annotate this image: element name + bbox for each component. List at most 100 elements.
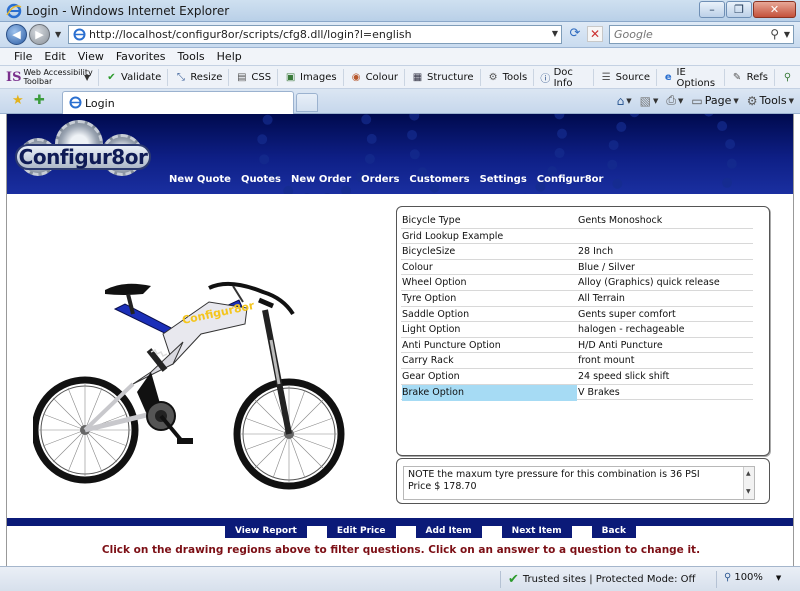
nav-orders[interactable]: Orders [356, 174, 404, 185]
option-question[interactable]: Colour [402, 262, 577, 276]
nav-new-order[interactable]: New Order [286, 174, 356, 185]
home-button[interactable]: ⌂ ▼ [617, 94, 632, 108]
ie-options-tool[interactable]: e IE Options [656, 67, 724, 89]
option-question[interactable]: Bicycle Type [402, 215, 577, 229]
option-answer[interactable]: V Brakes [578, 387, 620, 398]
front-fork[interactable] [262, 309, 292, 435]
structure-tool[interactable]: ▦ Structure [404, 69, 480, 86]
scroll-up-icon[interactable]: ▲ [746, 468, 751, 480]
menu-tools[interactable]: Tools [172, 48, 211, 65]
option-answer[interactable]: front mount [578, 355, 634, 366]
nav-settings[interactable]: Settings [475, 174, 532, 185]
search-icon[interactable]: ⚲ [770, 27, 779, 41]
tools-tool[interactable]: ⚙ Tools [479, 69, 534, 86]
wat-logo[interactable]: IS Web Accessibility Toolbar [6, 68, 93, 86]
option-answer[interactable]: H/D Anti Puncture [578, 340, 663, 351]
stop-button[interactable]: ✕ [587, 26, 603, 42]
favorites-star-icon[interactable]: ★ [12, 93, 24, 108]
magnifier-tool[interactable]: ⚲ [774, 69, 800, 86]
option-row[interactable]: BicycleSize 28 Inch [401, 244, 753, 260]
add-item-button[interactable]: Add Item [415, 524, 482, 538]
menu-help[interactable]: Help [211, 48, 248, 65]
menu-edit[interactable]: Edit [38, 48, 71, 65]
next-item-button[interactable]: Next Item [501, 524, 572, 538]
notes-textbox[interactable]: NOTE the maxum tyre pressure for this co… [403, 466, 755, 500]
menu-file[interactable]: File [8, 48, 38, 65]
nav-quotes[interactable]: Quotes [236, 174, 286, 185]
refresh-button[interactable]: ⟳ [566, 26, 584, 44]
option-question[interactable]: Saddle Option [402, 309, 577, 323]
forward-button[interactable]: ▶ [29, 24, 50, 45]
resize-tool[interactable]: ⤡ Resize [167, 69, 228, 86]
nav-new-quote[interactable]: New Quote [164, 174, 236, 185]
option-question[interactable]: Anti Puncture Option [402, 340, 577, 354]
option-answer[interactable]: Alloy (Graphics) quick release [578, 277, 720, 288]
option-row[interactable]: Anti Puncture Option H/D Anti Puncture [401, 338, 753, 354]
back-button[interactable]: ◀ [6, 24, 27, 45]
configur8or-logo[interactable]: Configur8or [13, 120, 151, 188]
menu-view[interactable]: View [72, 48, 110, 65]
option-question[interactable]: Light Option [402, 324, 577, 338]
option-answer[interactable]: Gents super comfort [578, 309, 676, 320]
option-row[interactable]: Saddle Option Gents super comfort [401, 307, 753, 323]
wat-dropdown-icon[interactable]: ▼ [84, 73, 90, 82]
option-row[interactable]: Wheel Option Alloy (Graphics) quick relea… [401, 275, 753, 291]
address-url[interactable]: http://localhost/configur8or/scripts/cfg… [89, 28, 412, 41]
option-answer[interactable]: Gents Monoshock [578, 215, 662, 226]
validate-tool[interactable]: ✔ Validate [98, 69, 167, 86]
option-question[interactable]: Wheel Option [402, 277, 577, 291]
scroll-down-icon[interactable]: ▼ [746, 486, 751, 498]
nav-customers[interactable]: Customers [404, 174, 474, 185]
option-row[interactable]: Light Option halogen - rechageable [401, 322, 753, 338]
option-question[interactable]: BicycleSize [402, 246, 577, 260]
tools-menu-button[interactable]: ⚙ Tools ▼ [747, 94, 794, 108]
search-options-dropdown-icon[interactable]: ▼ [784, 30, 790, 39]
minimize-button[interactable]: – [699, 1, 725, 18]
security-zone[interactable]: ✔ Trusted sites | Protected Mode: Off [508, 572, 695, 587]
search-box[interactable]: ⚲ ▼ [609, 25, 794, 44]
view-report-button[interactable]: View Report [225, 524, 307, 538]
option-row[interactable]: Grid Lookup Example [401, 229, 753, 245]
recent-pages-dropdown-icon[interactable]: ▼ [55, 30, 61, 39]
colour-tool[interactable]: ◉ Colour [342, 69, 404, 86]
option-question[interactable]: Tyre Option [402, 293, 577, 307]
option-row[interactable]: Gear Option 24 speed slick shift [401, 369, 753, 385]
option-row[interactable]: Carry Rack front mount [401, 353, 753, 369]
option-answer[interactable]: halogen - rechageable [578, 324, 684, 335]
option-question[interactable]: Brake Option [402, 384, 577, 401]
css-tool[interactable]: ▤ CSS [228, 69, 277, 86]
page-menu-button[interactable]: ▭ Page ▼ [691, 94, 738, 108]
nav-configur8or[interactable]: Configur8or [532, 174, 609, 185]
search-input[interactable] [614, 28, 764, 41]
option-question[interactable]: Gear Option [402, 371, 577, 385]
crankset[interactable] [146, 401, 193, 444]
maximize-button[interactable]: ❐ [726, 1, 752, 18]
option-answer[interactable]: All Terrain [578, 293, 625, 304]
option-answer[interactable]: Blue / Silver [578, 262, 635, 273]
new-tab-button[interactable] [296, 93, 318, 112]
address-bar[interactable]: http://localhost/configur8or/scripts/cfg… [68, 25, 562, 44]
back-button-page[interactable]: Back [591, 524, 636, 538]
images-tool[interactable]: ▣ Images [277, 69, 343, 86]
option-row[interactable]: Colour Blue / Silver [401, 260, 753, 276]
print-button[interactable]: ⎙ ▼ [666, 93, 683, 108]
menu-favorites[interactable]: Favorites [110, 48, 172, 65]
doc-info-tool[interactable]: ⓘ Doc Info [533, 67, 592, 89]
option-question[interactable]: Grid Lookup Example [402, 231, 577, 245]
option-row[interactable]: Bicycle Type Gents Monoshock [401, 213, 753, 229]
address-dropdown-icon[interactable]: ▼ [552, 29, 558, 38]
option-question[interactable]: Carry Rack [402, 355, 577, 369]
option-answer[interactable]: 28 Inch [578, 246, 613, 257]
close-window-button[interactable]: ✕ [753, 1, 796, 18]
option-answer[interactable]: 24 speed slick shift [578, 371, 669, 382]
source-tool[interactable]: ☰ Source [592, 69, 656, 86]
option-row[interactable]: Brake Option V Brakes [401, 384, 753, 401]
tab-login[interactable]: Login [62, 91, 294, 114]
add-favorite-icon[interactable]: ✚ [34, 93, 45, 108]
feeds-button[interactable]: ▧ ▼ [640, 94, 659, 108]
refs-tool[interactable]: ✎ Refs [723, 69, 774, 86]
option-row[interactable]: Tyre Option All Terrain [401, 291, 753, 307]
notes-scrollbar[interactable]: ▲ ▼ [743, 467, 754, 499]
zoom-control[interactable]: ⚲ 100% ▼ [724, 572, 781, 583]
edit-price-button[interactable]: Edit Price [326, 524, 396, 538]
